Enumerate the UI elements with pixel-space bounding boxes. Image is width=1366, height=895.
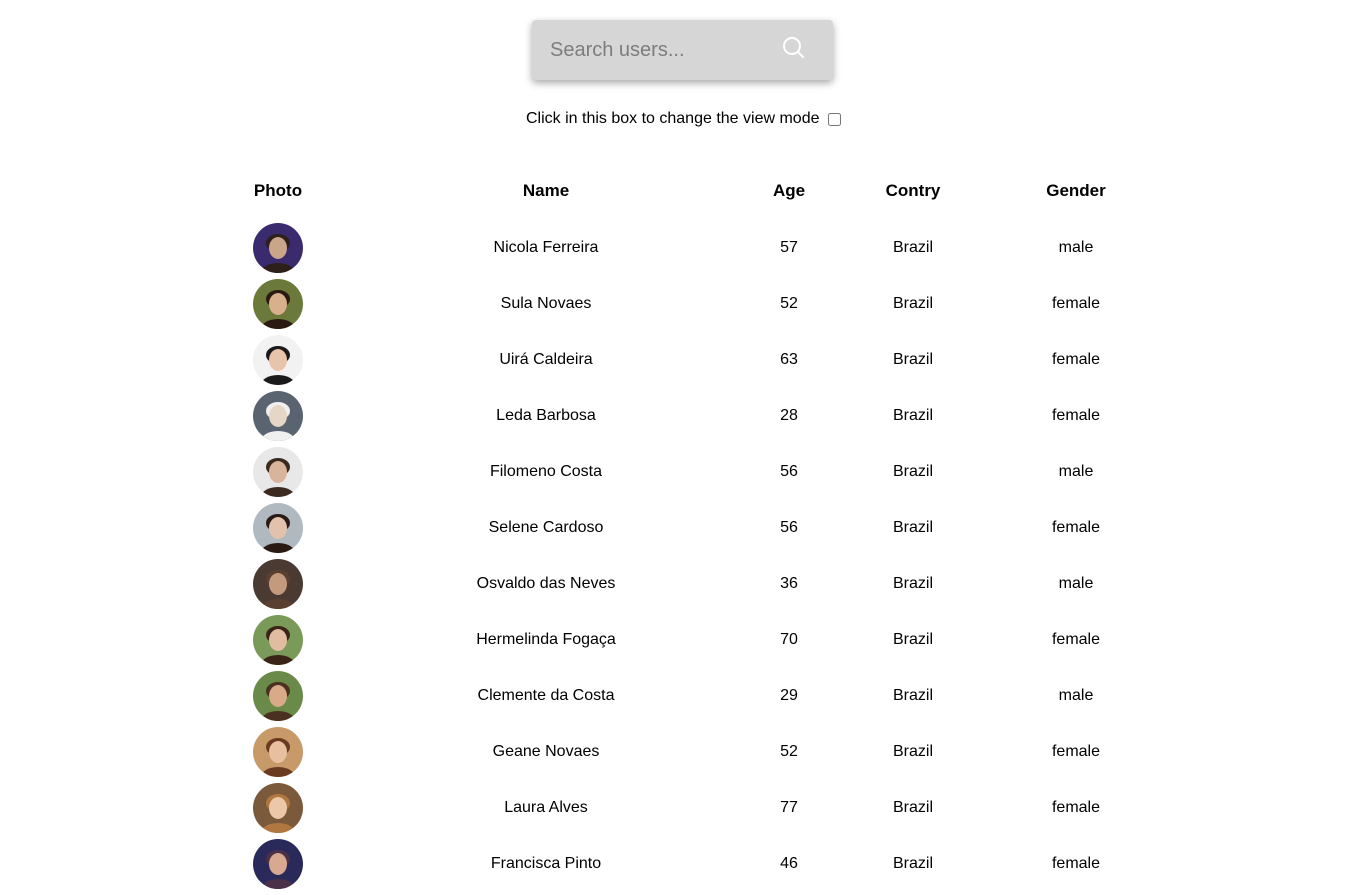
cell-name: Nicola Ferreira <box>493 239 599 256</box>
table-header: Photo Name Age Contry Gender <box>0 178 1366 204</box>
cell-gender: male <box>1058 687 1094 704</box>
avatar <box>253 223 303 273</box>
avatar <box>253 783 303 833</box>
view-mode-checkbox[interactable] <box>828 112 842 126</box>
cell-name: Geane Novaes <box>492 743 600 760</box>
cell-name: Hermelinda Fogaça <box>476 631 616 648</box>
users-page: Click in this box to change the view mod… <box>0 0 1366 895</box>
cell-name: Leda Barbosa <box>496 407 596 424</box>
header-photo: Photo <box>253 181 303 200</box>
avatar <box>253 447 303 497</box>
avatar <box>253 391 303 441</box>
table-row: Selene Cardoso 56 Brazil female <box>0 503 1366 553</box>
cell-gender: male <box>1058 463 1094 480</box>
avatar <box>253 503 303 553</box>
table-row: Uirá Caldeira 63 Brazil female <box>0 335 1366 385</box>
cell-name: Francisca Pinto <box>490 855 602 872</box>
table-row: Laura Alves 77 Brazil female <box>0 783 1366 833</box>
cell-name: Filomeno Costa <box>489 463 603 480</box>
view-mode-toggle: Click in this box to change the view mod… <box>526 108 842 130</box>
search-icon[interactable] <box>782 36 806 60</box>
search-box <box>532 20 833 80</box>
table-row: Leda Barbosa 28 Brazil female <box>0 391 1366 441</box>
avatar <box>253 279 303 329</box>
header-gender: Gender <box>1046 181 1106 200</box>
table-row: Francisca Pinto 46 Brazil female <box>0 839 1366 889</box>
cell-gender: female <box>1051 407 1101 424</box>
avatar <box>253 839 303 889</box>
cell-gender: female <box>1051 799 1101 816</box>
view-mode-label: Click in this box to change the view mod… <box>526 110 820 127</box>
header-name: Name <box>522 181 570 200</box>
avatar <box>253 559 303 609</box>
avatar <box>253 727 303 777</box>
cell-name: Uirá Caldeira <box>499 351 593 368</box>
cell-gender: female <box>1051 351 1101 368</box>
avatar <box>253 335 303 385</box>
cell-gender: female <box>1051 519 1101 536</box>
cell-gender: male <box>1058 575 1094 592</box>
cell-gender: female <box>1051 631 1101 648</box>
cell-gender: female <box>1051 295 1101 312</box>
table-row: Nicola Ferreira 57 Brazil male <box>0 223 1366 273</box>
cell-name: Clemente da Costa <box>477 687 615 704</box>
cell-name: Osvaldo das Neves <box>476 575 616 592</box>
cell-name: Sula Novaes <box>500 295 592 312</box>
table-row: Sula Novaes 52 Brazil female <box>0 279 1366 329</box>
cell-name: Selene Cardoso <box>488 519 604 536</box>
table-row: Hermelinda Fogaça 70 Brazil female <box>0 615 1366 665</box>
search-input[interactable] <box>532 20 772 80</box>
cell-gender: male <box>1058 239 1094 256</box>
cell-gender: female <box>1051 855 1101 872</box>
avatar <box>253 671 303 721</box>
table-row: Clemente da Costa 29 Brazil male <box>0 671 1366 721</box>
cell-name: Laura Alves <box>504 799 588 816</box>
avatar <box>253 615 303 665</box>
table-row: Osvaldo das Neves 36 Brazil male <box>0 559 1366 609</box>
table-row: Geane Novaes 52 Brazil female <box>0 727 1366 777</box>
table-row: Filomeno Costa 56 Brazil male <box>0 447 1366 497</box>
cell-gender: female <box>1051 743 1101 760</box>
